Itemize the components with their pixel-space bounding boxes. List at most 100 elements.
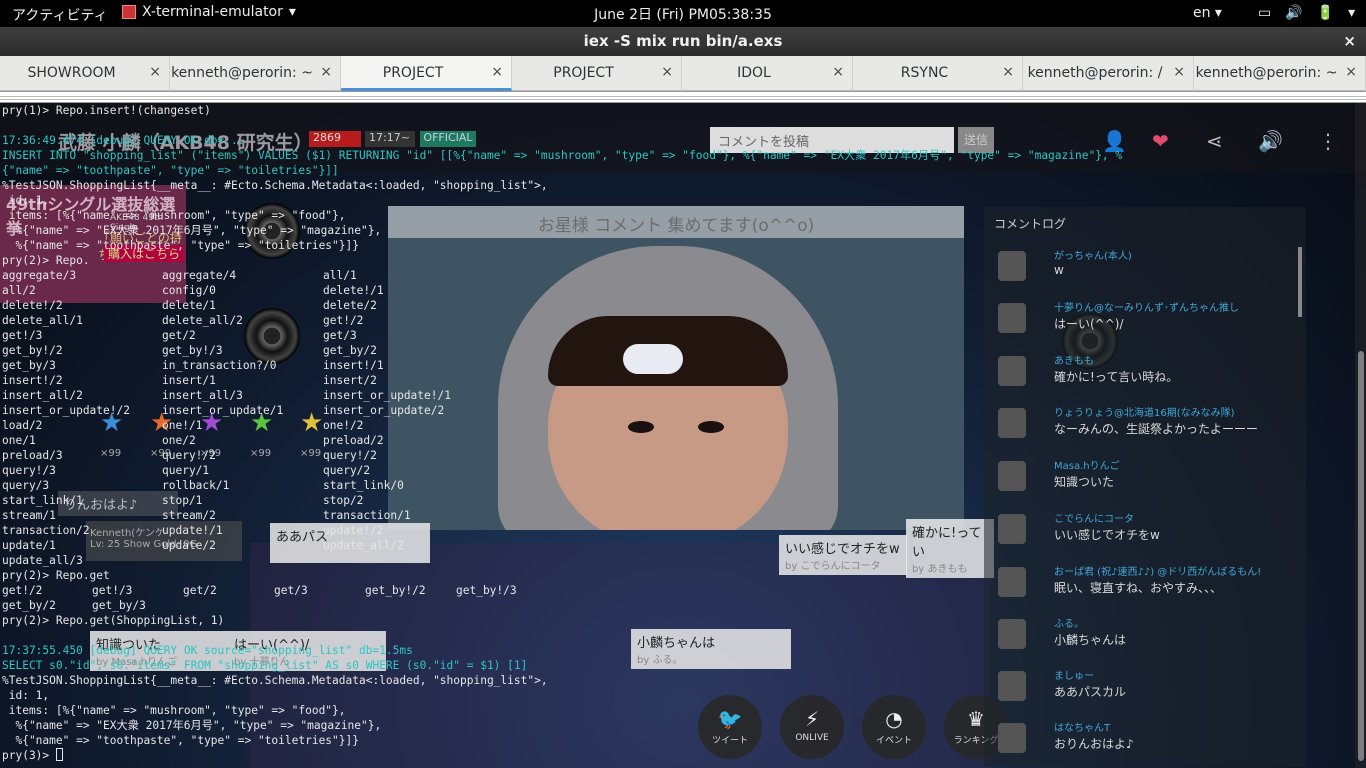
completion-item: get_by/3 [2, 359, 56, 372]
app-menu[interactable]: X-terminal-emulator ▾ [122, 4, 296, 20]
tab-kenneth-2[interactable]: kenneth@perorin: / × [1023, 56, 1194, 91]
completion-item: query/3 [2, 479, 50, 492]
completion-item: one/2 [162, 434, 196, 447]
completion-item: insert!/2 [2, 374, 63, 387]
completion-item: get/2 [183, 584, 217, 597]
terminal-line: SELECT s0."id", s0."items" FROM "shoppin… [2, 659, 528, 672]
tab-rsync[interactable]: RSYNC × [853, 56, 1023, 91]
active-prompt-line[interactable]: pry(3)> [2, 748, 63, 763]
close-icon[interactable]: × [320, 64, 332, 80]
tab-idol[interactable]: IDOL × [682, 56, 853, 91]
terminal-line: %TestJSON.ShoppingList{__meta__: #Ecto.S… [2, 674, 548, 687]
completion-item: one/1 [2, 434, 36, 447]
completion-item: delete!/1 [323, 284, 384, 297]
tab-showroom[interactable]: SHOWROOM × [0, 56, 170, 91]
completion-item: stream/1 [2, 509, 56, 522]
completion-item: delete!/2 [2, 299, 63, 312]
close-icon[interactable]: × [661, 64, 673, 80]
completion-item: aggregate/4 [162, 269, 237, 282]
terminal-scrollbar[interactable] [1355, 103, 1366, 768]
completion-item: all/2 [2, 284, 36, 297]
completion-item: update/1 [2, 539, 56, 552]
battery-icon[interactable]: 🔋 [1317, 5, 1334, 21]
completion-item: get/2 [162, 329, 196, 342]
tab-label: RSYNC [900, 65, 949, 81]
close-icon[interactable]: × [832, 64, 844, 80]
terminal-line: %{"name" => "EX大衆 2017年6月号", "type" => "… [2, 224, 382, 237]
system-tray[interactable]: ▭ 🔊 🔋 ▾ [1258, 5, 1355, 21]
completion-item: insert_or_update/2 [323, 404, 445, 417]
completion-item: get/3 [274, 584, 308, 597]
completion-item: rollback/1 [162, 479, 230, 492]
tab-label: kenneth@perorin: / [1027, 65, 1163, 81]
prompt-line: pry(1)> Repo.insert!(changeset) [2, 104, 211, 117]
completion-item: delete/1 [162, 299, 216, 312]
completion-item: transaction/2 [2, 524, 90, 537]
completion-item: insert_all/2 [2, 389, 83, 402]
completion-item: insert!/1 [323, 359, 384, 372]
top-bar: アクティビティ X-terminal-emulator ▾ June 2日 (F… [0, 0, 1366, 27]
completion-item: delete/2 [323, 299, 377, 312]
completion-item: get_by/2 [2, 599, 56, 612]
input-language-menu[interactable]: en ▾ [1193, 5, 1222, 21]
completion-item: query!/2 [323, 449, 377, 462]
completion-item: config/0 [162, 284, 216, 297]
completion-item: get_by!/2 [365, 584, 426, 597]
completion-item: in_transaction?/0 [162, 359, 277, 372]
completion-item: load/2 [2, 419, 43, 432]
completion-item: delete_all/1 [2, 314, 83, 327]
completion-item: preload/2 [323, 434, 384, 447]
prompt-line: pry(2)> Repo.get [2, 569, 110, 582]
terminal-line: %{"name" => "toothpaste", "type" => "toi… [2, 239, 359, 252]
chevron-down-icon[interactable]: ▾ [1348, 5, 1355, 21]
terminal-line: %{"name" => "EX大衆 2017年6月号", "type" => "… [2, 719, 382, 732]
activities-button[interactable]: アクティビティ [12, 5, 108, 25]
tab-label: SHOWROOM [27, 65, 116, 81]
tab-label: PROJECT [382, 65, 444, 81]
terminal-line: id: 1, [2, 194, 50, 207]
completion-item: update!/1 [162, 524, 223, 537]
volume-icon[interactable]: 🔊 [1285, 5, 1302, 21]
completion-item: update_all/2 [323, 539, 404, 552]
prompt-line: pry(2)> Repo. [2, 254, 90, 267]
close-icon[interactable]: × [491, 64, 503, 80]
tab-label: PROJECT [553, 65, 614, 81]
completion-item: one!/2 [323, 419, 364, 432]
terminal-line: 17:37:55.450 [debug] QUERY OK source="sh… [2, 644, 413, 657]
tab-label: IDOL [737, 65, 771, 81]
terminal-line: items: [%{"name" => "mushroom", "type" =… [2, 209, 346, 222]
terminal-line: {"name" => "toothpaste", "type" => "toil… [2, 164, 339, 177]
completion-item: stream/2 [162, 509, 216, 522]
window-titlebar[interactable]: iex -S mix run bin/a.exs × [0, 27, 1366, 56]
close-window-button[interactable]: × [1343, 32, 1356, 50]
completion-item: get!/3 [2, 329, 43, 342]
tab-project[interactable]: PROJECT × [512, 56, 682, 91]
completion-item: all/1 [323, 269, 357, 282]
scrollbar-thumb[interactable] [1358, 351, 1364, 761]
close-icon[interactable]: × [149, 64, 161, 80]
terminal-line: INSERT INTO "shopping_list" ("items") VA… [2, 149, 1123, 162]
completion-item: get_by!/2 [2, 344, 63, 357]
tab-kenneth-3[interactable]: kenneth@perorin: ~ × [1194, 56, 1366, 91]
completion-item: query/1 [162, 464, 210, 477]
completion-item: insert_or_update!/2 [2, 404, 130, 417]
screen-icon[interactable]: ▭ [1258, 5, 1271, 21]
close-icon[interactable]: × [1345, 64, 1357, 80]
tab-label: kenneth@perorin: ~ [171, 65, 313, 81]
tab-label: kenneth@perorin: ~ [1195, 65, 1338, 81]
completion-item: get_by/3 [92, 599, 146, 612]
app-menu-label: X-terminal-emulator [142, 4, 283, 20]
completion-item: update_all/3 [2, 554, 83, 567]
tab-kenneth-1[interactable]: kenneth@perorin: ~ × [170, 56, 341, 91]
completion-item: delete_all/2 [162, 314, 243, 327]
terminal-output[interactable]: pry(1)> Repo.insert!(changeset) 17:36:49.… [0, 103, 1366, 768]
terminal-line: %{"name" => "toothpaste", "type" => "toi… [2, 734, 359, 747]
close-icon[interactable]: × [1173, 64, 1185, 80]
completion-item: insert_all/3 [162, 389, 243, 402]
clock[interactable]: June 2日 (Fri) PM05:38:35 [594, 7, 772, 23]
completion-item: get!/2 [323, 314, 364, 327]
close-icon[interactable]: × [1002, 64, 1014, 80]
completion-item: transaction/1 [323, 509, 411, 522]
tab-project-active[interactable]: PROJECT × [341, 56, 512, 91]
completion-item: preload/3 [2, 449, 63, 462]
